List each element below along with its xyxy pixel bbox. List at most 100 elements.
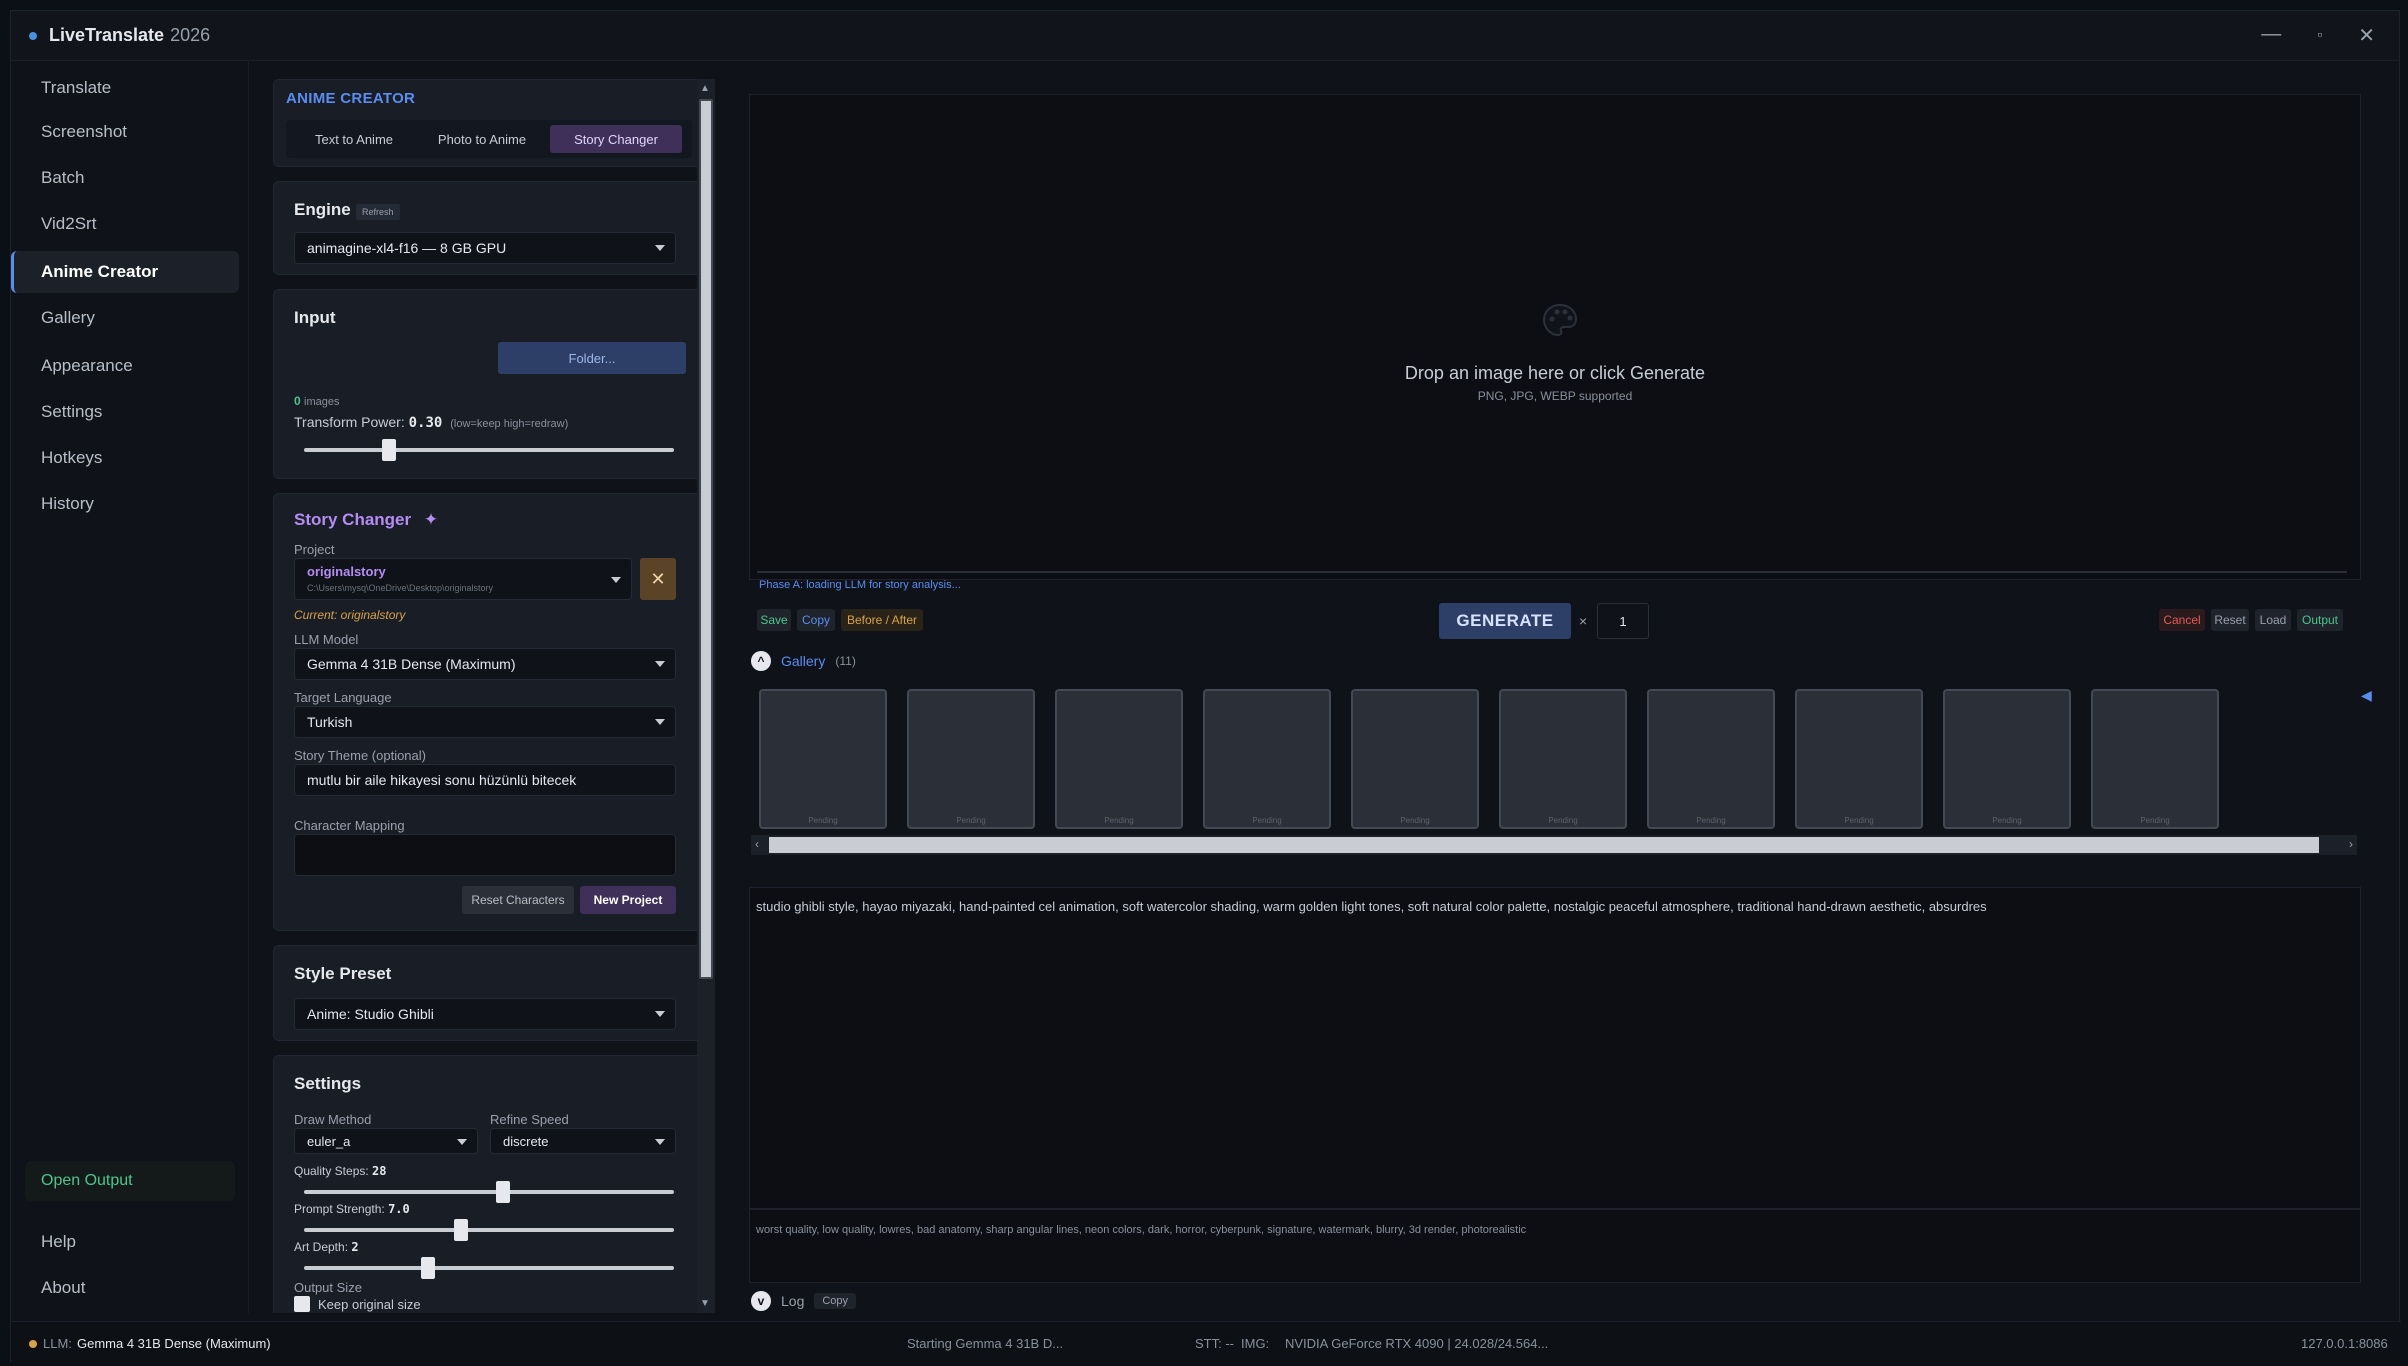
- refine-speed-label: Refine Speed: [490, 1112, 569, 1127]
- style-preset-select[interactable]: Anime: Studio Ghibli: [294, 998, 676, 1030]
- load-button[interactable]: Load: [2255, 609, 2291, 631]
- prompt-area[interactable]: studio ghibli style, hayao miyazaki, han…: [749, 887, 2361, 1283]
- gallery-scrollbar[interactable]: ‹ ›: [751, 835, 2357, 855]
- scrollbar-thumb[interactable]: [699, 99, 713, 979]
- reset-button[interactable]: Reset: [2211, 609, 2249, 631]
- scroll-down-icon[interactable]: ▼: [700, 1298, 710, 1309]
- scroll-up-icon[interactable]: ▲: [700, 83, 710, 94]
- sidebar: Translate Screenshot Batch Vid2Srt Anime…: [11, 61, 249, 1313]
- prompt-strength-slider[interactable]: [304, 1219, 674, 1241]
- chevron-down-icon: [457, 1139, 467, 1145]
- log-row: v Log Copy: [751, 1291, 857, 1311]
- gallery-thumbnail[interactable]: Pending: [759, 689, 887, 829]
- sidebar-item-vid2srt[interactable]: Vid2Srt: [11, 203, 239, 245]
- open-output-button[interactable]: Open Output: [25, 1161, 235, 1201]
- gallery-scrollbar-thumb[interactable]: [769, 837, 2319, 853]
- app-status-dot: [29, 31, 37, 40]
- sidebar-item-gallery[interactable]: Gallery: [11, 297, 239, 339]
- sidebar-item-settings[interactable]: Settings: [11, 391, 239, 433]
- slider-handle[interactable]: [382, 439, 397, 461]
- chevron-up-icon[interactable]: ^: [751, 651, 771, 671]
- log-copy-button[interactable]: Copy: [814, 1293, 857, 1309]
- chevron-down-icon[interactable]: v: [751, 1291, 771, 1311]
- gallery-thumbnail[interactable]: Pending: [907, 689, 1035, 829]
- maximize-button[interactable]: ▫: [2317, 26, 2322, 48]
- gallery-thumbnail[interactable]: Pending: [2091, 689, 2219, 829]
- folder-button[interactable]: Folder...: [498, 342, 686, 374]
- story-theme-label: Story Theme (optional): [294, 748, 426, 763]
- scroll-left-icon[interactable]: ‹: [755, 837, 759, 851]
- target-language-select[interactable]: Turkish: [294, 706, 676, 738]
- batch-count-input[interactable]: 1: [1597, 603, 1649, 639]
- positive-prompt[interactable]: studio ghibli style, hayao miyazaki, han…: [756, 898, 2346, 916]
- gallery-thumbnail[interactable]: Pending: [1499, 689, 1627, 829]
- slider-handle[interactable]: [453, 1219, 468, 1241]
- sidebar-item-history[interactable]: History: [11, 483, 239, 525]
- art-depth-slider[interactable]: [304, 1257, 674, 1279]
- sidebar-item-translate[interactable]: Translate: [11, 67, 239, 109]
- character-mapping-label: Character Mapping: [294, 818, 405, 833]
- engine-refresh-button[interactable]: Refresh: [356, 204, 400, 220]
- slider-handle[interactable]: [496, 1181, 511, 1203]
- transform-power-slider[interactable]: [304, 439, 674, 461]
- image-count-label: images: [304, 396, 340, 408]
- keep-original-size-checkbox[interactable]: [294, 1296, 310, 1312]
- delete-project-button[interactable]: ✕: [640, 558, 676, 600]
- tab-photo-to-anime[interactable]: Photo to Anime: [420, 125, 544, 153]
- panel-scrollbar[interactable]: ▲ ▼: [697, 79, 715, 1313]
- close-button[interactable]: ✕: [2358, 23, 2375, 48]
- engine-select[interactable]: animagine-xl4-f16 — 8 GB GPU: [294, 232, 676, 264]
- generation-settings-card: Settings Draw Method Refine Speed euler_…: [273, 1055, 705, 1313]
- llm-status-prefix: LLM:: [43, 1336, 72, 1351]
- sidebar-item-appearance[interactable]: Appearance: [11, 345, 239, 387]
- gallery-count: (11): [835, 654, 856, 668]
- reset-characters-button[interactable]: Reset Characters: [462, 886, 574, 914]
- project-label: Project: [294, 542, 335, 557]
- sidebar-item-about[interactable]: About: [11, 1267, 239, 1309]
- engine-title: Engine: [294, 200, 351, 219]
- quality-steps-slider[interactable]: [304, 1181, 674, 1203]
- tab-text-to-anime[interactable]: Text to Anime: [294, 125, 414, 153]
- save-button[interactable]: Save: [757, 609, 791, 631]
- gallery-thumbnail[interactable]: Pending: [1055, 689, 1183, 829]
- before-after-button[interactable]: Before / After: [841, 609, 923, 631]
- character-mapping-input[interactable]: [294, 834, 676, 876]
- llm-model-label: LLM Model: [294, 632, 359, 647]
- generate-button[interactable]: GENERATE: [1439, 603, 1571, 639]
- scroll-right-icon[interactable]: ›: [2349, 837, 2353, 851]
- gallery-thumbnail[interactable]: Pending: [1795, 689, 1923, 829]
- sidebar-item-anime-creator[interactable]: Anime Creator: [11, 251, 239, 293]
- cancel-button[interactable]: Cancel: [2159, 609, 2205, 631]
- minimize-button[interactable]: —: [2261, 23, 2281, 48]
- sidebar-item-help[interactable]: Help: [11, 1221, 239, 1263]
- story-theme-input[interactable]: mutlu bir aile hikayesi sonu hüzünlü bit…: [294, 764, 676, 796]
- gallery-thumbnail[interactable]: Pending: [1943, 689, 2071, 829]
- slider-handle[interactable]: [421, 1257, 436, 1279]
- output-button[interactable]: Output: [2297, 609, 2343, 631]
- tab-story-changer[interactable]: Story Changer: [550, 125, 682, 153]
- image-preview-dropzone[interactable]: Drop an image here or click Generate PNG…: [749, 94, 2361, 580]
- image-count-value: 0: [294, 394, 301, 408]
- dropzone-message: Drop an image here or click Generate: [1404, 363, 1706, 383]
- gallery-thumbnail[interactable]: Pending: [1351, 689, 1479, 829]
- draw-method-select[interactable]: euler_a: [294, 1128, 478, 1154]
- llm-model-select[interactable]: Gemma 4 31B Dense (Maximum): [294, 648, 676, 680]
- copy-button[interactable]: Copy: [797, 609, 835, 631]
- gallery-label: Gallery: [781, 653, 826, 669]
- negative-prompt[interactable]: worst quality, low quality, lowres, bad …: [756, 1224, 2346, 1236]
- sidebar-item-screenshot[interactable]: Screenshot: [11, 111, 239, 153]
- phase-status: Phase A: loading LLM for story analysis.…: [759, 579, 961, 591]
- gallery-side-arrow-icon[interactable]: ◀: [2361, 687, 2372, 704]
- new-project-button[interactable]: New Project: [580, 886, 676, 914]
- gallery-thumbnail[interactable]: Pending: [1647, 689, 1775, 829]
- project-select[interactable]: originalstory C:\Users\mysq\OneDrive\Des…: [294, 558, 632, 600]
- starting-status: Starting Gemma 4 31B D...: [907, 1336, 1064, 1351]
- gallery-thumbnail[interactable]: Pending: [1203, 689, 1331, 829]
- sidebar-item-hotkeys[interactable]: Hotkeys: [11, 437, 239, 479]
- style-preset-value: Anime: Studio Ghibli: [307, 1006, 434, 1022]
- image-count: 0 images: [294, 394, 340, 408]
- refine-speed-select[interactable]: discrete: [490, 1128, 676, 1154]
- quality-steps-value: 28: [372, 1164, 387, 1178]
- sidebar-item-batch[interactable]: Batch: [11, 157, 239, 199]
- thumbnail-status: Pending: [1400, 816, 1430, 825]
